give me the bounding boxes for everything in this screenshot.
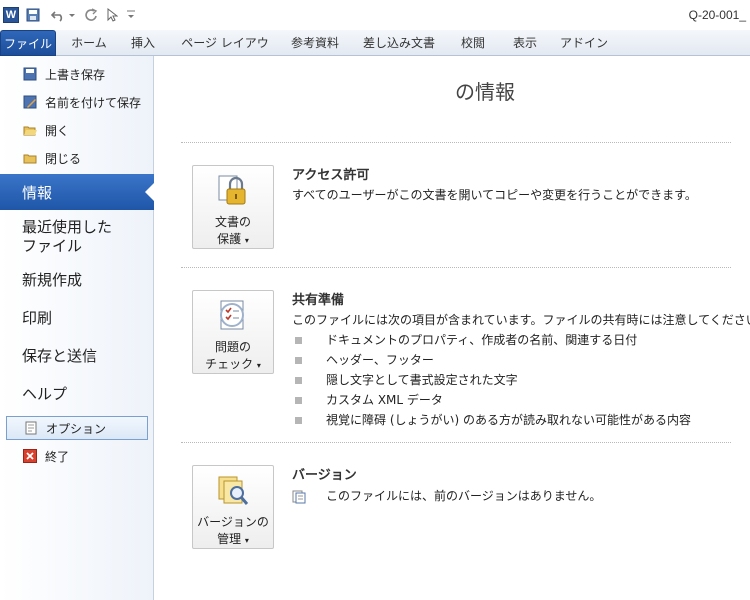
nav-save-as-label: 名前を付けて保存 bbox=[45, 95, 142, 110]
versions-label-2: 管理 ▾ bbox=[217, 532, 249, 546]
nav-open[interactable]: 開く bbox=[6, 118, 148, 142]
nav-save-label: 上書き保存 bbox=[45, 67, 106, 82]
nav-save[interactable]: 上書き保存 bbox=[6, 62, 148, 86]
save-icon[interactable] bbox=[24, 6, 42, 24]
prepare-title: 共有準備 bbox=[292, 293, 345, 308]
redo-icon[interactable] bbox=[82, 6, 100, 24]
undo-icon[interactable] bbox=[50, 6, 76, 24]
list-item: ドキュメントのプロパティ、作成者の名前、関連する日付 bbox=[295, 331, 637, 348]
info-panel: の情報 文書の 保護 ▾ アクセス許可 すべてのユーザーがこの文書を開いてコピー… bbox=[155, 56, 750, 600]
permissions-title: アクセス許可 bbox=[292, 168, 370, 183]
pointer-icon[interactable] bbox=[104, 6, 120, 24]
manage-versions-button[interactable]: バージョンの 管理 ▾ bbox=[192, 465, 274, 549]
nav-exit-label: 終了 bbox=[45, 449, 70, 464]
page-title: の情報 bbox=[455, 80, 515, 104]
nav-info[interactable]: 情報 bbox=[0, 174, 155, 210]
tab-mailings[interactable]: 差し込み文書 bbox=[356, 30, 442, 56]
tab-review[interactable]: 校閲 bbox=[452, 30, 494, 56]
protect-label-2: 保護 ▾ bbox=[217, 232, 249, 246]
ribbon-tabs: ファイル ホーム 挿入 ページ レイアウト 参考資料 差し込み文書 校閲 表示 … bbox=[0, 30, 750, 76]
tab-home[interactable]: ホーム bbox=[66, 30, 112, 56]
permissions-text: すべてのユーザーがこの文書を開いてコピーや変更を行うことができます。 bbox=[292, 188, 697, 202]
selection-arrow-icon bbox=[145, 182, 155, 202]
protect-document-button[interactable]: 文書の 保護 ▾ bbox=[192, 165, 274, 249]
nav-close[interactable]: 閉じる bbox=[6, 146, 148, 170]
options-icon bbox=[24, 421, 38, 435]
bullet-icon bbox=[295, 337, 302, 344]
nav-help[interactable]: ヘルプ bbox=[22, 385, 67, 404]
window-title: Q-20-001_ bbox=[688, 8, 746, 22]
tab-page-layout[interactable]: ページ レイアウト bbox=[176, 30, 274, 76]
versions-text-row: このファイルには、前のバージョンはありません。 bbox=[292, 487, 601, 504]
nav-recent-label-1: 最近使用した bbox=[22, 218, 113, 236]
bullet-icon bbox=[295, 357, 302, 364]
bullet-icon bbox=[295, 417, 302, 424]
close-folder-icon bbox=[23, 151, 37, 165]
lock-icon bbox=[216, 174, 250, 208]
list-item: 隠し文字として書式設定された文字 bbox=[295, 371, 518, 388]
word-logo-icon[interactable]: W bbox=[3, 7, 19, 23]
nav-exit[interactable]: 終了 bbox=[6, 444, 148, 468]
nav-save-send[interactable]: 保存と送信 bbox=[22, 347, 97, 366]
nav-info-label: 情報 bbox=[22, 184, 53, 202]
list-item: ヘッダー、フッター bbox=[295, 351, 434, 368]
quick-access-toolbar: W Q-20-001_ bbox=[0, 0, 750, 30]
list-item: カスタム XML データ bbox=[295, 391, 443, 408]
check-issues-button[interactable]: 問題の チェック ▾ bbox=[192, 290, 274, 374]
nav-options[interactable]: オプション bbox=[6, 416, 148, 440]
document-versions-icon bbox=[292, 490, 306, 504]
backstage-nav: 上書き保存 名前を付けて保存 開く 閉じる 情報 最近使用した ファイル 新規作… bbox=[0, 56, 155, 600]
versions-text: このファイルには、前のバージョンはありません。 bbox=[326, 489, 602, 503]
nav-open-label: 開く bbox=[45, 123, 70, 138]
nav-recent[interactable]: 最近使用した ファイル bbox=[22, 218, 112, 256]
save-icon bbox=[23, 67, 37, 81]
versions-title: バージョン bbox=[292, 468, 357, 483]
divider bbox=[181, 267, 731, 268]
versions-label-1: バージョンの bbox=[197, 515, 269, 529]
exit-icon bbox=[23, 449, 37, 463]
save-as-icon bbox=[23, 95, 37, 109]
divider bbox=[181, 142, 731, 143]
tab-view[interactable]: 表示 bbox=[504, 30, 546, 56]
bullet-icon bbox=[295, 397, 302, 404]
list-item: 視覚に障碍 (しょうがい) のある方が読み取れない可能性がある内容 bbox=[295, 411, 691, 428]
checklist-icon bbox=[216, 299, 250, 333]
tab-file[interactable]: ファイル bbox=[0, 30, 56, 56]
bullet-icon bbox=[295, 377, 302, 384]
protect-label-1: 文書の bbox=[214, 215, 251, 229]
versions-icon bbox=[216, 474, 250, 508]
check-label-2: チェック ▾ bbox=[205, 357, 261, 371]
nav-print[interactable]: 印刷 bbox=[22, 309, 52, 328]
nav-options-label: オプション bbox=[46, 421, 107, 436]
nav-save-as[interactable]: 名前を付けて保存 bbox=[6, 90, 148, 114]
open-folder-icon bbox=[23, 123, 37, 137]
nav-close-label: 閉じる bbox=[45, 151, 82, 166]
tab-insert[interactable]: 挿入 bbox=[122, 30, 164, 56]
tab-references[interactable]: 参考資料 bbox=[284, 30, 346, 56]
nav-new[interactable]: 新規作成 bbox=[22, 271, 82, 290]
customize-icon[interactable] bbox=[124, 6, 138, 24]
prepare-text: このファイルには次の項目が含まれています。ファイルの共有時には注意してください。 bbox=[292, 313, 750, 327]
check-label-1: 問題の bbox=[214, 340, 251, 354]
nav-recent-label-2: ファイル bbox=[22, 237, 83, 255]
tab-addins[interactable]: アドイン bbox=[558, 30, 610, 56]
divider bbox=[181, 442, 731, 443]
